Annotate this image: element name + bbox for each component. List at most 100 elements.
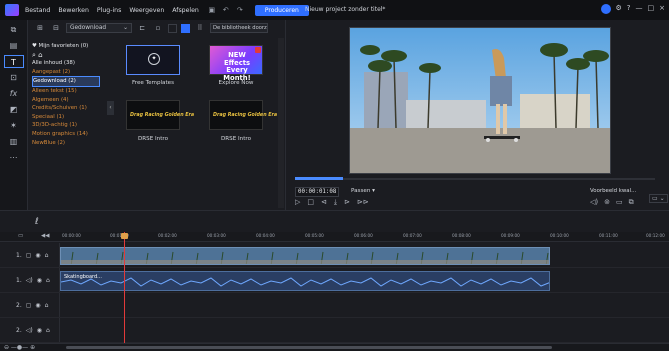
help-icon[interactable]: ?	[627, 4, 631, 14]
upgrade-icon[interactable]	[600, 4, 611, 14]
volume-icon[interactable]: ◁)	[590, 198, 598, 207]
import-icon[interactable]: ⊞	[34, 23, 46, 33]
text-room-icon[interactable]: T	[3, 55, 24, 68]
close-icon[interactable]: ×	[659, 4, 665, 14]
grid-view-button[interactable]	[181, 23, 190, 33]
audio-clip[interactable]: Skatingboard...	[60, 271, 550, 291]
tile-free-templates[interactable]: ✦	[126, 45, 180, 75]
stop-icon[interactable]: □	[307, 198, 314, 207]
audio-waveform	[61, 277, 549, 287]
eye-icon[interactable]: ◉	[37, 327, 42, 334]
video-clip[interactable]	[60, 247, 550, 265]
left-toolbar: ⧉ ▤ T ⊡ fx ◩ ✶ ▥ ⋯	[0, 20, 28, 210]
drse-banner-2: Drag Racing Golden Era	[213, 113, 278, 118]
category-special[interactable]: Speciaal (1)	[32, 113, 100, 122]
transition-room-icon[interactable]: ⊡	[4, 71, 24, 84]
track-audio-2[interactable]: 2. ◁) ◉ ⌂	[0, 318, 669, 343]
produce-button[interactable]: Produceren	[254, 4, 309, 16]
eye-icon[interactable]: ◉	[37, 277, 42, 284]
ruler-tick: 00:02:00	[158, 233, 177, 238]
category-general[interactable]: Algemeen (4)	[32, 96, 100, 105]
audio-room-icon[interactable]: ▥	[4, 135, 24, 148]
app-window: Bestand Bewerken Plug-ins Weergeven Afsp…	[0, 0, 669, 351]
eye-icon[interactable]: ◉	[35, 252, 40, 259]
lock-icon[interactable]: ⌂	[46, 327, 50, 334]
redo-icon[interactable]: ↷	[235, 5, 245, 15]
chevron-down-icon: ⌄	[123, 25, 128, 31]
timeline-ruler[interactable]: ▭ ◀◀ 00:00:00 00:01:00 00:02:00 00:03:00…	[0, 232, 669, 242]
more-icon[interactable]: ⋯	[4, 151, 24, 164]
display-icon[interactable]: ▭	[616, 198, 623, 207]
category-downloaded[interactable]: Gedownload (2)	[32, 76, 100, 87]
timecode-display[interactable]: 00:00:01:08	[295, 187, 340, 197]
prev-frame-icon[interactable]: ⊲	[321, 198, 327, 207]
menu-bewerken[interactable]: Bewerken	[58, 7, 89, 14]
menu-afspelen[interactable]: Afspelen	[172, 7, 199, 14]
category-text-only[interactable]: Alleen tekst (15)	[32, 87, 100, 96]
library-toolbar: ⊞ ⊟ Gedownload ⌄ ⊏ ▫ ⠿ De bibliotheek do…	[28, 20, 285, 36]
minimize-icon[interactable]: —	[636, 4, 643, 14]
settings-icon[interactable]: ⚙	[616, 4, 622, 14]
export-frame-icon[interactable]: ⤓	[334, 198, 337, 207]
category-all[interactable]: Alle inhoud (38)	[32, 59, 100, 68]
category-motion-graphics[interactable]: Motion graphics (14)	[32, 130, 100, 139]
overlay-room-icon[interactable]: ◩	[4, 103, 24, 116]
menu-bestand[interactable]: Bestand	[25, 7, 50, 14]
media-room-icon[interactable]: ⧉	[4, 23, 24, 36]
category-custom[interactable]: Aangepast (2)	[32, 68, 100, 77]
collapse-categories-button[interactable]: ‹	[107, 101, 114, 115]
large-icons-button[interactable]: ⠿	[194, 23, 206, 33]
rewind-icon[interactable]: ◀◀	[41, 233, 49, 239]
particle-room-icon[interactable]: ✶	[4, 119, 24, 132]
eye-icon[interactable]: ◉	[35, 302, 40, 309]
preview-scrubber[interactable]	[295, 178, 655, 180]
library-scrollbar[interactable]	[278, 38, 284, 208]
preview-mode-button[interactable]: ▭ ⌄	[649, 194, 668, 203]
playhead[interactable]	[124, 232, 125, 350]
lock-icon[interactable]: ⌂	[45, 302, 49, 309]
keyframe-icon[interactable]: ℓ	[35, 217, 39, 227]
timeline-scrollbar[interactable]: ⊖ —●— ⊕	[0, 343, 669, 351]
plugin-icon[interactable]: ⊟	[50, 23, 62, 33]
playhead-handle[interactable]	[121, 233, 128, 239]
window-controls: ⚙ ? — □ ×	[600, 4, 665, 14]
track-video-1[interactable]: 1. ▢ ◉ ⌂	[0, 243, 669, 268]
undo-icon[interactable]: ↶	[221, 5, 231, 15]
tile-drse-intro-2[interactable]: Drag Racing Golden Era	[209, 100, 277, 130]
fit-dropdown[interactable]: Passen ▾	[351, 188, 375, 194]
ruler-tick: 00:05:00	[305, 233, 324, 238]
fast-forward-icon[interactable]: ⊳⊳	[357, 198, 369, 207]
create-title-icon[interactable]: ⊏	[136, 23, 148, 33]
track-manager-icon[interactable]: ▭	[18, 233, 23, 239]
undock-icon[interactable]: ⧉	[629, 198, 634, 207]
menu-weergeven[interactable]: Weergeven	[129, 7, 164, 14]
snapshot-icon[interactable]: ⊚	[604, 198, 610, 207]
zoom-out-icon[interactable]: ⊖ —●— ⊕	[4, 344, 35, 351]
fx-room-icon[interactable]: fx	[4, 87, 24, 100]
category-credits[interactable]: Credits/Schuiven (1)	[32, 104, 100, 113]
tile-drse-intro-1[interactable]: Drag Racing Golden Era	[126, 100, 194, 130]
category-newblue[interactable]: NewBlue (2)	[32, 139, 100, 148]
track-video-2[interactable]: 2. ▢ ◉ ⌂	[0, 293, 669, 318]
save-icon[interactable]: ▣	[207, 5, 217, 15]
library-search-input[interactable]: De bibliotheek doorzoeken	[210, 23, 268, 33]
track-audio-1[interactable]: 1. ◁) ◉ ⌂ Skatingboard...	[0, 268, 669, 293]
lock-icon[interactable]: ⌂	[46, 277, 50, 284]
audio-track-icon: ◁)	[25, 276, 33, 284]
timeline-scroll-thumb[interactable]	[66, 346, 552, 349]
play-icon[interactable]: ▷	[295, 198, 300, 207]
favorites-label[interactable]: ♥ Mijn favorieten (0)	[32, 42, 100, 51]
lock-icon[interactable]: ⌂	[45, 252, 49, 259]
maximize-icon[interactable]: □	[648, 4, 655, 14]
category-3d[interactable]: 3D/3D-achtig (1)	[32, 121, 100, 130]
next-frame-icon[interactable]: ⊳	[344, 198, 350, 207]
tile-explore-now[interactable]: NEW Effects Every Month!	[209, 45, 263, 81]
preview-quality-label[interactable]: Voorbeeld kwal...	[590, 188, 636, 194]
preview-video	[349, 27, 611, 174]
library-filter-dropdown[interactable]: Gedownload ⌄	[66, 23, 132, 33]
title-room-icon[interactable]: ▤	[4, 39, 24, 52]
tag-icons[interactable]: ⌕ ⌂	[32, 51, 100, 60]
list-view-button[interactable]	[168, 23, 177, 33]
menu-plugins[interactable]: Plug-ins	[97, 7, 121, 14]
delete-icon[interactable]: ▫	[152, 23, 164, 33]
